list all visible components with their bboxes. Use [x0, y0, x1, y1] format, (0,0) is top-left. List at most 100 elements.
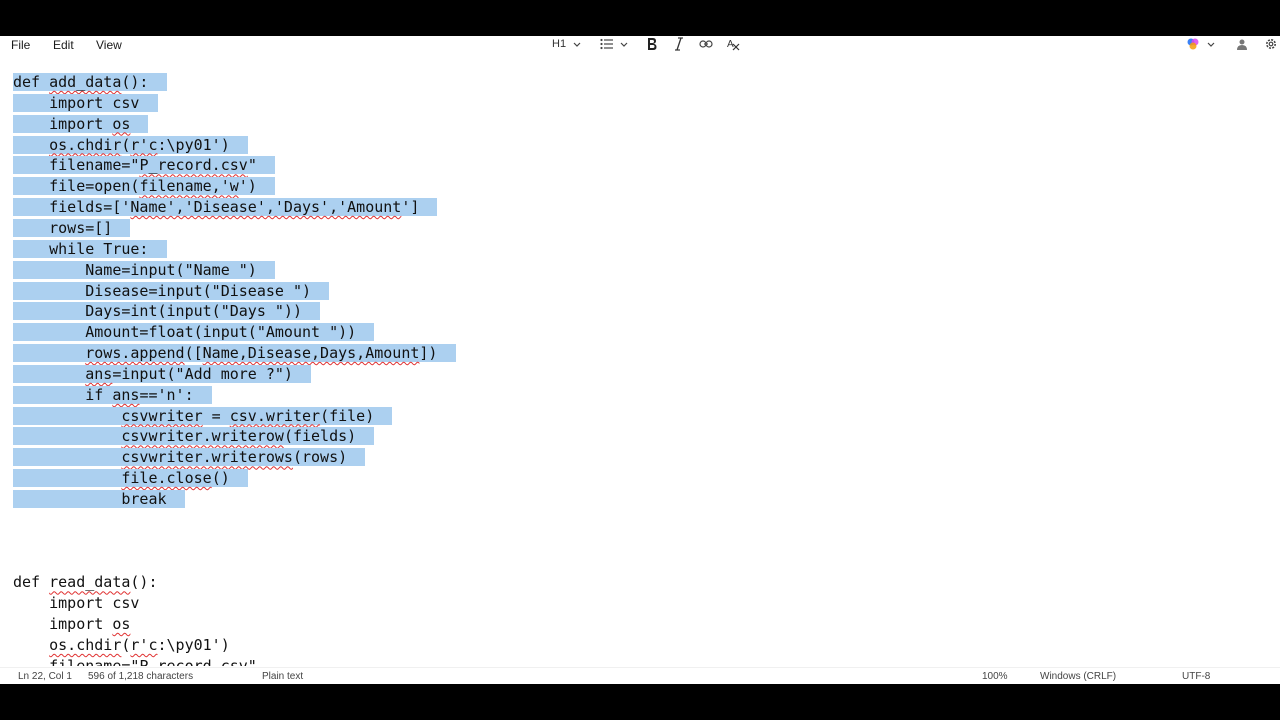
menu-edit[interactable]: Edit [53, 38, 74, 52]
selection-trailing-space [148, 240, 166, 258]
code-line-content: Days=int(input("Days ")) [13, 302, 321, 321]
code-line: Name=input("Name ") [13, 260, 275, 281]
selection-trailing-space [347, 448, 365, 466]
code-line-content: import csv [13, 93, 158, 112]
text-editor[interactable]: def add_data(): import csv import os os.… [0, 72, 1280, 666]
spellcheck-flagged-text: csvwriter.writerow [121, 427, 284, 446]
spellcheck-flagged-text: filename,'w [139, 177, 239, 196]
code-line: rows.append([Name,Disease,Days,Amount]) [13, 343, 456, 364]
code-line-content: filename="P_record.csv" [13, 657, 257, 666]
code-text: :\py01') [157, 135, 230, 154]
selection-trailing-space [148, 73, 166, 91]
code-line: Days=int(input("Days ")) [13, 301, 321, 322]
spellcheck-flagged-text: read_data [49, 573, 131, 592]
line-ending[interactable]: Windows (CRLF) [1040, 671, 1116, 682]
spellcheck-flagged-text: r'c [130, 135, 158, 154]
account-button[interactable] [1236, 36, 1248, 52]
copilot-dropdown[interactable] [1186, 36, 1216, 52]
code-line: os.chdir(r'c:\py01') [13, 135, 248, 156]
status-bar: Ln 22, Col 1 596 of 1,218 characters Pla… [0, 667, 1280, 684]
code-line: os.chdir(r'c:\py01') [13, 635, 230, 656]
code-line: file.close() [13, 468, 248, 489]
code-text: filename="P_record.csv" [13, 656, 257, 666]
italic-button[interactable] [674, 36, 684, 52]
code-text: Amount=float(input("Amount ")) [13, 323, 357, 342]
code-line-content: csvwriter = csv.writer(file) [13, 406, 393, 425]
spellcheck-flagged-text: P_record.csv [139, 156, 248, 175]
format-indicator[interactable]: Plain text [262, 671, 303, 682]
code-line-content: while True: [13, 239, 167, 258]
menu-file[interactable]: File [11, 38, 30, 52]
code-line: import csv [13, 93, 158, 114]
code-line-content: os.chdir(r'c:\py01') [13, 636, 230, 654]
code-text: rows=[] [13, 218, 113, 237]
selection-trailing-space [112, 219, 130, 237]
heading-dropdown[interactable]: H1 [552, 36, 582, 52]
code-text: '] [401, 198, 420, 217]
clear-formatting-button[interactable]: A [726, 36, 740, 52]
code-line-content: fields=['Name','Disease','Days','Amount'… [13, 198, 438, 217]
code-text: = [202, 406, 230, 425]
selection-trailing-space [374, 407, 392, 425]
cursor-position[interactable]: Ln 22, Col 1 [18, 671, 72, 682]
list-icon [600, 38, 613, 50]
spellcheck-flagged-text: add_data [49, 73, 122, 91]
code-line: filename="P_record.csv" [13, 656, 257, 666]
code-text: fields=[' [13, 198, 131, 217]
code-line: break [13, 489, 185, 510]
copilot-icon [1187, 38, 1199, 50]
selection-trailing-space [437, 344, 455, 362]
code-text: (fields) [283, 427, 357, 446]
spellcheck-flagged-text: r'c [130, 635, 158, 654]
code-line-content: import csv [13, 594, 139, 612]
zoom-level[interactable]: 100% [982, 671, 1008, 682]
encoding[interactable]: UTF-8 [1182, 671, 1210, 682]
code-text: ') [238, 177, 257, 196]
code-line-content: csvwriter.writerow(fields) [13, 427, 375, 446]
selection-trailing-space [130, 115, 148, 133]
selection-trailing-space [257, 261, 275, 279]
code-text: if [13, 385, 113, 404]
code-line-content: def read_data(): [13, 573, 158, 591]
code-line-content: if ans=='n': [13, 385, 212, 404]
code-text: file=open( [13, 177, 140, 196]
code-line-content: ans=input("Add more ?") [13, 364, 312, 383]
selection-trailing-space [139, 94, 157, 112]
code-line: import csv [13, 593, 139, 614]
code-line: while True: [13, 239, 167, 260]
notepad-window: File Edit View H1 A def add_data(): impo… [0, 36, 1280, 684]
spellcheck-flagged-text: ans [112, 385, 140, 404]
link-button[interactable] [699, 36, 713, 52]
spellcheck-flagged-text: csvwriter [121, 406, 203, 425]
code-text: ]) [419, 344, 438, 363]
code-line-content: import os [13, 114, 149, 133]
settings-button[interactable] [1264, 36, 1278, 52]
selection-trailing-space [302, 302, 320, 320]
bold-button[interactable] [646, 36, 658, 52]
spellcheck-flagged-text: csv.writer [229, 406, 321, 425]
code-line: filename="P_record.csv" [13, 155, 275, 176]
code-line-content: break [13, 490, 185, 508]
code-text: () [211, 469, 230, 488]
code-line-content: Amount=float(input("Amount ")) [13, 323, 375, 342]
menu-view[interactable]: View [96, 38, 122, 52]
code-text: def [13, 573, 50, 592]
list-dropdown[interactable] [600, 36, 629, 52]
clear-formatting-icon: A [727, 39, 740, 51]
code-line-content: Disease=input("Disease ") [13, 281, 330, 300]
bold-icon [648, 38, 657, 50]
code-line: import os [13, 614, 130, 635]
spellcheck-flagged-text: os.chdir [49, 635, 122, 654]
code-text: :\py01') [157, 635, 230, 654]
link-icon [699, 40, 713, 48]
code-line: def add_data(): [13, 72, 167, 93]
code-text: import csv [13, 93, 140, 112]
character-count: 596 of 1,218 characters [88, 671, 194, 682]
code-line: ans=input("Add more ?") [13, 364, 312, 385]
selection-trailing-space [167, 490, 185, 508]
selection-trailing-space [419, 198, 437, 216]
